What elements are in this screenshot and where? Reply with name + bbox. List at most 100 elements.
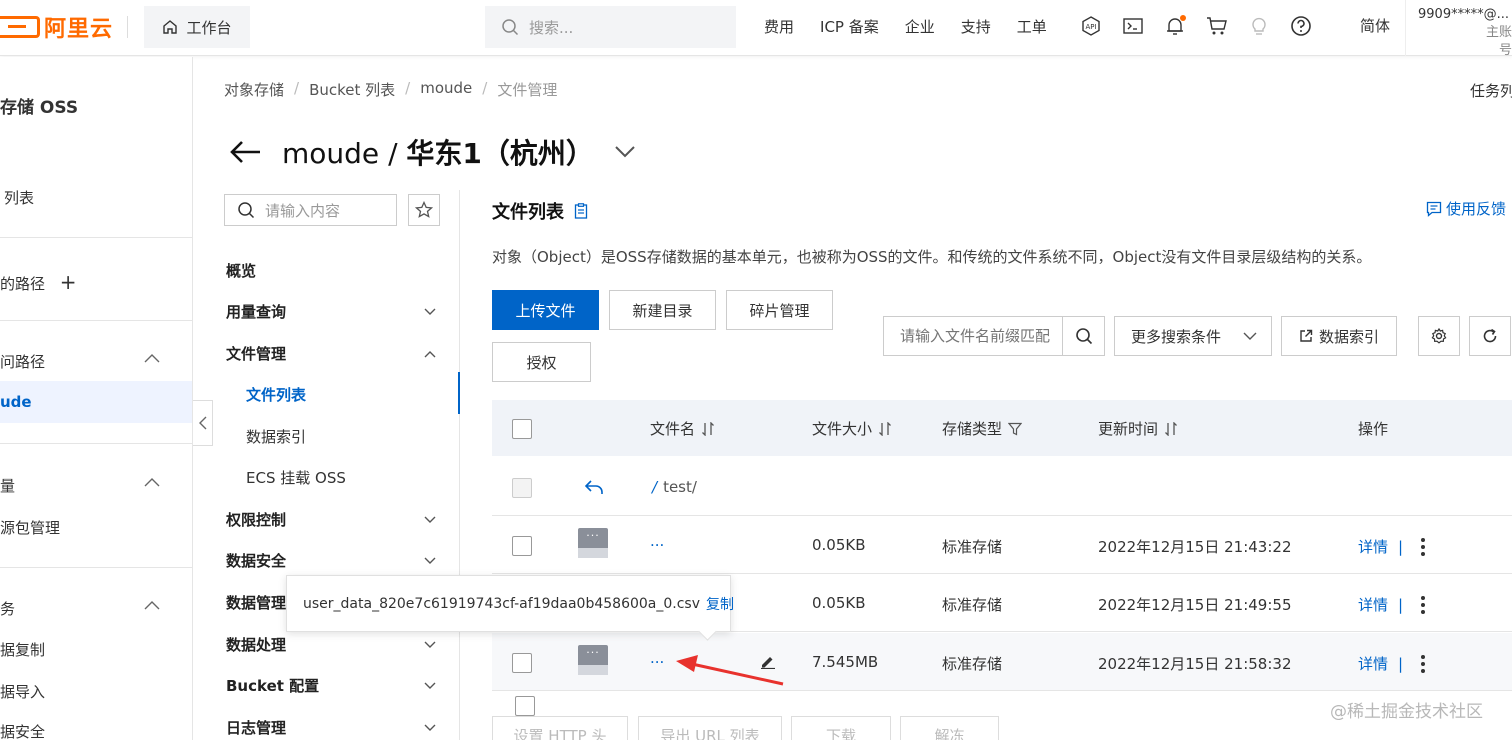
breadcrumb-bucket-list[interactable]: Bucket 列表	[309, 79, 395, 100]
sidebar-item-paths[interactable]: 的路径 +	[0, 270, 192, 294]
plus-icon[interactable]: +	[60, 270, 77, 294]
column-header-updated[interactable]: 更新时间	[1098, 418, 1178, 439]
nav-data-security[interactable]: 数据安全	[226, 550, 448, 571]
more-icon[interactable]	[1421, 654, 1426, 673]
sidebar-item-security[interactable]: 据安全	[0, 721, 192, 740]
column-header-name[interactable]: 文件名	[650, 418, 715, 439]
terminal-icon[interactable]	[1122, 15, 1144, 37]
nav-ecs-mount[interactable]: ECS 挂载 OSS	[246, 467, 346, 488]
file-search-button[interactable]	[1062, 317, 1104, 355]
nav-overview[interactable]: 概览	[226, 260, 448, 281]
help-icon[interactable]	[1290, 15, 1312, 37]
task-list-link[interactable]: 任务列	[1470, 80, 1512, 101]
settings-button[interactable]	[1418, 316, 1460, 356]
top-bar: 阿里云 工作台 搜索... 费用 ICP 备案 企业 支持 工单 API 简体 …	[0, 0, 1512, 58]
authorize-button[interactable]: 授权	[492, 342, 591, 382]
column-header-size[interactable]: 文件大小	[812, 418, 892, 439]
sidebar-item-usage-label: 量	[0, 477, 16, 495]
select-all-checkbox[interactable]	[512, 419, 532, 439]
top-nav-support[interactable]: 支持	[961, 16, 991, 37]
copy-link[interactable]: 复制	[706, 594, 734, 614]
column-header-ops: 操作	[1358, 420, 1389, 438]
more-search-conditions-select[interactable]: 更多搜索条件	[1114, 316, 1272, 356]
search-icon	[238, 202, 255, 219]
api-icon[interactable]: API	[1080, 15, 1102, 37]
sidebar-item-access-paths[interactable]: 问路径	[0, 351, 192, 372]
sidebar-item-data-import[interactable]: 据导入	[0, 681, 192, 702]
nav-data-index[interactable]: 数据索引	[246, 426, 306, 447]
row-checkbox-disabled	[512, 478, 532, 498]
top-nav-ticket[interactable]: 工单	[1017, 16, 1047, 37]
set-http-header-button[interactable]: 设置 HTTP 头	[492, 716, 628, 740]
table-row[interactable]: ... 0.05KB 标准存储 2022年12月15日 21:43:22 详情 …	[492, 516, 1512, 574]
row-checkbox[interactable]	[512, 653, 532, 673]
top-nav-enterprise[interactable]: 企业	[905, 16, 935, 37]
unfreeze-button[interactable]: 解冻	[900, 716, 999, 740]
doc-icon[interactable]	[574, 203, 588, 219]
top-nav-fees[interactable]: 费用	[764, 16, 794, 37]
file-search-input[interactable]	[884, 317, 1062, 355]
workbench-button[interactable]: 工作台	[144, 6, 250, 48]
nav-usage-query[interactable]: 用量查询	[226, 301, 448, 322]
more-icon[interactable]	[1421, 537, 1426, 556]
table-row-parent[interactable]: / test/	[492, 458, 1512, 516]
more-icon[interactable]	[1421, 595, 1426, 614]
sidebar-item-services[interactable]: 务	[0, 598, 192, 619]
breadcrumb-oss[interactable]: 对象存储	[224, 79, 284, 100]
path-slash: /	[652, 478, 658, 496]
column-header-storage[interactable]: 存储类型	[942, 418, 1023, 439]
detail-link[interactable]: 详情	[1358, 653, 1388, 674]
detail-link[interactable]: 详情	[1358, 536, 1388, 557]
bulk-select-checkbox[interactable]	[515, 696, 535, 716]
bucket-nav-search-input[interactable]: 请输入内容	[224, 194, 397, 226]
file-name-link[interactable]: ...	[650, 532, 664, 550]
detail-link[interactable]: 详情	[1358, 594, 1388, 615]
sidebar-item-bucket-list[interactable]: 列表	[4, 187, 192, 208]
refresh-button[interactable]	[1469, 316, 1511, 356]
export-url-list-button[interactable]: 导出 URL 列表	[638, 716, 782, 740]
nav-data-processing[interactable]: 数据处理	[226, 634, 448, 655]
sidebar-divider	[0, 237, 192, 238]
bell-icon[interactable]	[1164, 15, 1186, 37]
sidebar-divider	[0, 567, 192, 568]
nav-bucket-config[interactable]: Bucket 配置	[226, 675, 448, 696]
new-directory-button[interactable]: 新建目录	[609, 290, 716, 330]
refresh-icon	[1483, 328, 1497, 343]
nav-log-management[interactable]: 日志管理	[226, 717, 448, 738]
download-button[interactable]: 下载	[791, 716, 891, 740]
feedback-link[interactable]: 使用反馈	[1426, 198, 1506, 219]
sidebar-item-usage[interactable]: 量	[0, 475, 192, 496]
nav-active-indicator	[458, 372, 460, 414]
upload-file-button[interactable]: 上传文件	[492, 290, 599, 330]
top-nav-icp[interactable]: ICP 备案	[820, 16, 879, 37]
nav-file-management[interactable]: 文件管理	[226, 343, 448, 364]
nav-file-list[interactable]: 文件列表	[246, 384, 306, 405]
sidebar-item-data-copy[interactable]: 据复制	[0, 639, 192, 660]
updated-time: 2022年12月15日 21:58:32	[1098, 655, 1292, 673]
fragment-management-button[interactable]: 碎片管理	[726, 290, 833, 330]
edit-icon[interactable]	[760, 655, 776, 669]
file-list-description: 对象（Object）是OSS存储数据的基本单元，也被称为OSS的文件。和传统的文…	[492, 248, 1372, 266]
aliyun-logo[interactable]: 阿里云	[0, 12, 113, 42]
row-checkbox[interactable]	[512, 536, 532, 556]
account-menu[interactable]: 9909*****@... 主账号	[1418, 6, 1512, 60]
nav-log-management-label: 日志管理	[226, 719, 287, 737]
nav-permission-control[interactable]: 权限控制	[226, 509, 448, 530]
sidebar-item-package-mgmt[interactable]: 源包管理	[0, 517, 192, 538]
file-name-link[interactable]: ...	[650, 649, 664, 667]
logo-mark-icon	[0, 16, 40, 38]
cart-icon[interactable]	[1206, 15, 1228, 37]
breadcrumb-bucket[interactable]: moude	[420, 79, 472, 100]
back-arrow-icon[interactable]	[230, 140, 262, 164]
lightbulb-icon[interactable]	[1248, 15, 1270, 37]
nav-data-security-label: 数据安全	[226, 552, 287, 570]
chevron-down-icon[interactable]	[614, 145, 636, 159]
favorite-star-button[interactable]	[408, 194, 440, 226]
table-row[interactable]: ... 7.545MB 标准存储 2022年12月15日 21:58:32 详情…	[492, 633, 1512, 691]
global-search-input[interactable]: 搜索...	[485, 6, 736, 48]
chevron-up-icon	[144, 596, 160, 614]
language-switch[interactable]: 简体	[1360, 15, 1390, 36]
data-index-button[interactable]: 数据索引	[1281, 316, 1397, 356]
sidebar-item-moude[interactable]: ude	[0, 393, 192, 411]
back-level-icon[interactable]	[584, 479, 604, 495]
